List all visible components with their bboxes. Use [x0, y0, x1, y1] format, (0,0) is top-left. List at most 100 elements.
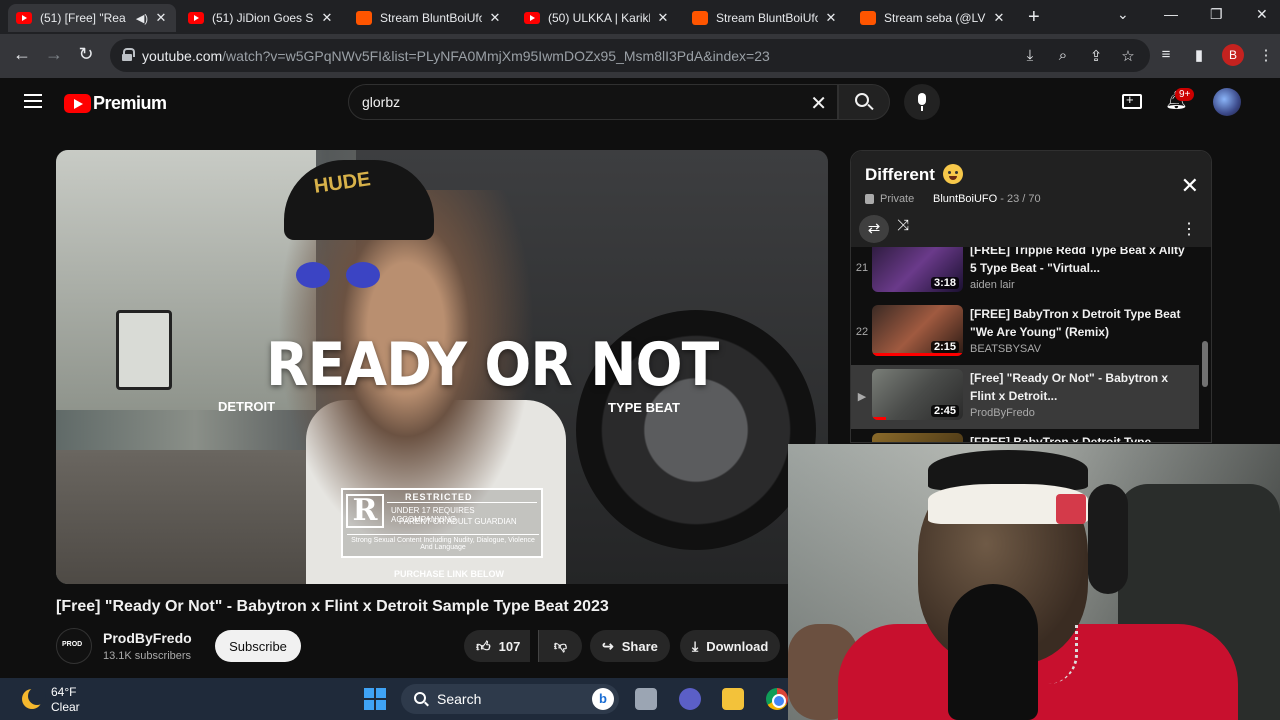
- lock-icon[interactable]: [122, 48, 135, 61]
- side-panel-icon[interactable]: ▮: [1189, 46, 1209, 64]
- download-icon: ⤓: [692, 637, 699, 654]
- channel-name[interactable]: ProdByFredo: [103, 630, 192, 646]
- item-title[interactable]: [FREE] Trippie Redd Type Beat x Allty 5 …: [970, 247, 1188, 277]
- chrome-icon[interactable]: [766, 688, 788, 710]
- create-video-icon[interactable]: [1122, 92, 1142, 109]
- item-title[interactable]: [FREE] BabyTron x Detroit Type: [970, 433, 1188, 442]
- close-tab-icon[interactable]: ✕: [154, 10, 168, 26]
- playlist-title[interactable]: Different: [865, 165, 935, 185]
- playlist-position: - 23 / 70: [997, 193, 1041, 205]
- playlist-item[interactable]: 24 [FREE] BabyTron x Detroit Type: [851, 429, 1199, 442]
- teams-chat-icon[interactable]: [679, 688, 701, 710]
- dislike-button[interactable]: 👎︎: [538, 630, 582, 662]
- tab-title: (51) [Free] "Rea: [40, 11, 126, 25]
- tab-search-chevron-icon[interactable]: ⌄: [1117, 6, 1129, 23]
- search-icon: [855, 93, 869, 107]
- media-queue-icon[interactable]: ≡: [1156, 46, 1176, 63]
- download-button[interactable]: ⤓ Download: [680, 630, 781, 662]
- taskbar-search[interactable]: Search b: [401, 684, 619, 714]
- item-duration: 2:15: [930, 341, 959, 353]
- playlist-scrollbar[interactable]: [1202, 341, 1208, 387]
- search-input[interactable]: glorbz ✕: [348, 84, 838, 120]
- menu-icon[interactable]: [24, 94, 42, 108]
- playlist-item[interactable]: 21 3:18 [FREE] Trippie Redd Type Beat x …: [851, 247, 1199, 301]
- search-query: glorbz: [362, 94, 401, 110]
- playlist-item[interactable]: 22 2:15 [FREE] BabyTron x Detroit Type B…: [851, 301, 1199, 365]
- item-thumbnail[interactable]: [872, 433, 963, 442]
- webcam-overlay: [788, 444, 1280, 720]
- youtube-logo[interactable]: Premium: [64, 93, 167, 114]
- address-bar[interactable]: youtube.com/watch?v=w5GPqNWv5FI&list=PLy…: [110, 39, 1150, 72]
- playlist-panel: Different Private BluntBoiUFO - 23 / 70 …: [850, 150, 1212, 443]
- subscribe-button[interactable]: Subscribe: [215, 630, 301, 662]
- browser-tab[interactable]: Stream seba (@LVL ✕: [852, 4, 1014, 32]
- weather-condition[interactable]: Clear: [51, 700, 80, 714]
- bing-icon[interactable]: b: [592, 688, 614, 710]
- browser-tab-strip: (51) [Free] "Rea ◀) ✕ (51) JiDion Goes S…: [0, 0, 1280, 34]
- playlist-item-current[interactable]: ▶ 2:45 [Free] "Ready Or Not" - Babytron …: [851, 365, 1199, 429]
- weather-temperature[interactable]: 64°F: [51, 685, 76, 699]
- thumbnail-left-label: DETROIT: [218, 399, 276, 414]
- item-title[interactable]: [Free] "Ready Or Not" - Babytron x Flint…: [970, 369, 1188, 405]
- item-channel: BEATSBYSAV: [970, 343, 1042, 355]
- youtube-header: Premium glorbz ✕ 🔔︎ 9+: [0, 78, 1270, 130]
- close-tab-icon[interactable]: ✕: [992, 10, 1006, 26]
- clear-search-icon[interactable]: ✕: [810, 91, 827, 116]
- tab-title: Stream seba (@LVL: [884, 11, 986, 25]
- bookmark-star-icon[interactable]: ☆: [1118, 47, 1138, 65]
- item-title[interactable]: [FREE] BabyTron x Detroit Type Beat "We …: [970, 305, 1188, 341]
- voice-search-button[interactable]: [904, 84, 940, 120]
- search-button[interactable]: [838, 84, 890, 120]
- audio-playing-icon[interactable]: ◀): [136, 12, 148, 25]
- close-tab-icon[interactable]: ✕: [824, 10, 838, 26]
- new-tab-button[interactable]: +: [1028, 6, 1040, 29]
- loop-playlist-icon[interactable]: ⇄: [859, 215, 889, 243]
- url-path: /watch?v=w5GPqNWv5FI&list=PLyNFA0MmjXm95…: [222, 48, 770, 64]
- owner-name[interactable]: BluntBoiUFO: [933, 193, 997, 205]
- shuffle-icon[interactable]: ⤨: [897, 217, 909, 234]
- video-player[interactable]: HUDE READY OR NOT DETROIT TYPE BEAT R RE…: [56, 150, 828, 584]
- forward-arrow-icon[interactable]: →: [42, 44, 66, 65]
- reload-icon[interactable]: ↻: [74, 44, 98, 65]
- soundcloud-favicon-icon: [692, 11, 708, 25]
- minimize-icon[interactable]: —: [1164, 6, 1178, 22]
- item-channel: aiden lair: [970, 279, 1015, 291]
- url-host: youtube.com: [142, 48, 223, 64]
- install-app-icon[interactable]: ⤓: [1020, 47, 1040, 64]
- moon-weather-icon[interactable]: [22, 687, 46, 709]
- channel-avatar[interactable]: [56, 628, 92, 664]
- profile-avatar[interactable]: B: [1222, 44, 1244, 66]
- close-tab-icon[interactable]: ✕: [488, 10, 502, 26]
- file-explorer-icon[interactable]: [722, 688, 744, 710]
- browser-tab[interactable]: Stream BluntBoiUfo ✕: [684, 4, 846, 32]
- item-index: 21: [855, 262, 869, 274]
- tab-title: (50) ULKKA | Karikk: [548, 11, 650, 25]
- close-playlist-icon[interactable]: ✕: [1181, 173, 1199, 199]
- close-tab-icon[interactable]: ✕: [320, 10, 334, 26]
- share-page-icon[interactable]: ⇪: [1086, 47, 1106, 65]
- restore-icon[interactable]: ❐: [1210, 6, 1223, 23]
- close-tab-icon[interactable]: ✕: [656, 10, 670, 26]
- task-view-icon[interactable]: [635, 688, 657, 710]
- item-thumbnail[interactable]: 2:45: [872, 369, 963, 420]
- browser-tab[interactable]: (50) ULKKA | Karikk ✕: [516, 4, 678, 32]
- browser-tab[interactable]: (51) JiDion Goes SU ✕: [180, 4, 342, 32]
- like-button[interactable]: 👍︎ 107: [464, 630, 531, 662]
- item-thumbnail[interactable]: 3:18: [872, 247, 963, 292]
- back-arrow-icon[interactable]: ←: [10, 44, 34, 65]
- now-playing-icon: ▶: [857, 391, 867, 403]
- screen: (51) [Free] "Rea ◀) ✕ (51) JiDion Goes S…: [0, 0, 1280, 720]
- watch-progress-bar: [872, 353, 963, 356]
- browser-tab[interactable]: (51) [Free] "Rea ◀) ✕: [8, 4, 176, 32]
- microphone: [948, 584, 1038, 720]
- zoom-icon[interactable]: ⌕: [1053, 47, 1073, 64]
- windows-start-icon[interactable]: [364, 688, 386, 710]
- more-options-icon[interactable]: ⋮: [1181, 219, 1197, 239]
- grimace-emoji-icon: [943, 164, 963, 184]
- item-thumbnail[interactable]: 2:15: [872, 305, 963, 356]
- browser-tab[interactable]: Stream BluntBoiUfo ✕: [348, 4, 510, 32]
- share-button[interactable]: ↪ Share: [590, 630, 670, 662]
- account-avatar[interactable]: [1213, 88, 1241, 116]
- browser-menu-icon[interactable]: ⋮: [1256, 46, 1276, 64]
- close-window-icon[interactable]: ✕: [1256, 6, 1268, 23]
